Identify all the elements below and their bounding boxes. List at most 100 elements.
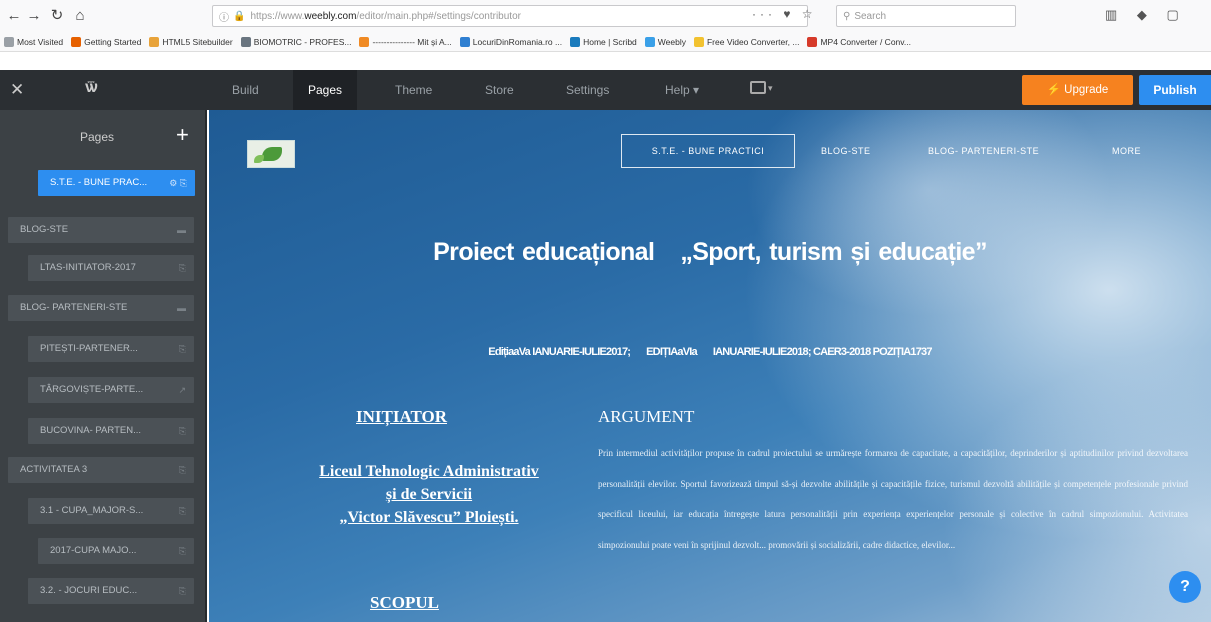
upgrade-button[interactable]: ⚡ Upgrade [1022,75,1133,105]
bookmark-item[interactable]: Weebly [644,36,686,47]
initiator-line-1: Liceul Tehnologic Administrativ [319,463,539,480]
sidebar-page-item[interactable]: ACTIVITATEA 3 ⎘ [8,457,194,483]
sidebar-page-item[interactable]: LTAS-INITIATOR-2017 ⎘ [28,255,194,281]
sidebar-page-item[interactable]: BUCOVINA- PARTEN... ⎘ [28,418,194,444]
url-path: /editor/main.php#/settings/contributor [356,10,521,22]
bookmark-favicon-icon [359,36,370,47]
help-bubble-icon[interactable]: ? [1169,571,1201,603]
sidebar-page-item[interactable]: PITEȘTI-PARTENER... ⎘ [28,336,194,362]
tab-settings[interactable]: Settings [551,70,624,110]
browser-tools[interactable]: ▥ ◆ ▢ [1105,7,1187,23]
page-options-icon[interactable]: ▬ [177,217,186,243]
bookmark-label: --------------- Mit și A... [372,36,452,47]
tab-pages[interactable]: Pages [293,70,358,110]
page-options-icon[interactable]: ↗ [178,377,186,403]
bookmark-item[interactable]: LocuriDinRomania.ro ... [459,36,562,47]
page-options-icon[interactable]: ⎘ [179,255,186,281]
device-preview-icon[interactable] [750,81,766,94]
tab-help[interactable]: Help ▾ [650,70,714,110]
forward-icon[interactable]: → [24,6,44,26]
site-nav-item-blog[interactable]: BLOG-STE [821,146,871,156]
sidebar-page-item[interactable]: 3.2. - JOCURI EDUC... ⎘ [28,578,194,604]
bookmarks-bar: Most Visited Getting Started HTML5 Sitebui… [0,32,1211,52]
bookmark-favicon-icon [459,36,470,47]
edition-part-b: EDIȚIAaVIa [646,346,697,358]
site-nav-item-blog-parteneri[interactable]: BLOG- PARTENERI-STE [928,146,1039,156]
sidebar-page-item[interactable]: S.T.E. - BUNE PRAC... ⚙ ⎘ [38,170,195,196]
bookmark-item[interactable]: MP4 Converter / Conv... [807,36,911,47]
page-options-icon[interactable]: ⎘ [179,498,186,524]
page-item-label: ACTIVITATEA 3 [20,464,88,475]
sidebar-page-item[interactable]: 3.1 - CUPA_MAJOR-S... ⎘ [28,498,194,524]
page-item-label: 3.1 - CUPA_MAJOR-S... [40,505,144,516]
leaf-icon [262,147,282,161]
bookmark-favicon-icon [644,36,655,47]
bookmark-label: MP4 Converter / Conv... [820,36,911,47]
edition-part-c: IANUARIE-IULIE2018; CAER3-2018 POZIȚIA17… [712,346,933,358]
bookmark-favicon-icon [71,36,82,47]
sidebar-page-item[interactable]: BLOG- PARTENERI-STE ▬ [8,295,194,321]
bookmark-label: BIOMOTRIC - PROFES... [253,36,352,47]
bookmark-item[interactable]: Home | Scribd [570,36,637,47]
bookmark-item[interactable]: BIOMOTRIC - PROFES... [240,36,352,47]
device-caret-icon[interactable]: ▾ [768,83,773,94]
tab-store[interactable]: Store [470,70,529,110]
bookmark-item[interactable]: --------------- Mit și A... [359,36,452,47]
initiator-text[interactable]: Liceul Tehnologic Administrativ și de Se… [239,460,619,529]
scope-heading[interactable]: SCOPUL [370,593,439,613]
bookmark-item[interactable]: Free Video Converter, ... [693,36,799,47]
page-item-label: 2017-CUPA MAJO... [50,545,137,556]
argument-text[interactable]: Prin intermediul activităților propuse î… [598,438,1188,560]
site-nav-item-more[interactable]: MORE [1112,146,1141,156]
bookmark-item[interactable]: Most Visited [4,36,63,47]
add-page-button[interactable]: + [176,122,189,148]
bookmark-label: Weebly [657,36,686,47]
page-item-label: 3.2. - JOCURI EDUC... [40,585,138,596]
bookmark-item[interactable]: Getting Started [71,36,142,47]
bookmark-favicon-icon [570,36,581,47]
edition-part-a: EdițiaaVa IANUARIE-IULIE2017; [488,346,631,358]
page-actions[interactable]: ··· ♥ ☆ [752,7,817,21]
publish-button[interactable]: Publish [1139,75,1211,105]
argument-heading[interactable]: ARGUMENT [598,407,694,427]
page-item-label: BUCOVINA- PARTEN... [40,425,141,436]
hero-title-part-a: Proiect educațional [433,238,655,266]
bookmark-favicon-icon [807,36,818,47]
page-options-icon[interactable]: ▬ [177,295,186,321]
page-options-icon[interactable]: ⎘ [179,336,186,362]
browser-nav-bar: ← → ↻ ⌂ ⓘ 🔒 https://www. weebly.com/edito… [0,0,1211,32]
back-icon[interactable]: ← [4,6,24,26]
edition-line[interactable]: EdițiaaVa IANUARIE-IULIE2017; EDIȚIAaVIa I… [209,346,1211,358]
bookmark-favicon-icon [149,36,160,47]
weebly-logo-icon[interactable]: ѿ [85,79,97,97]
site-preview[interactable]: S.T.E. - BUNE PRACTICI BLOG-STE BLOG- PA… [209,110,1211,622]
page-options-icon[interactable]: ⎘ [179,457,186,483]
home-icon[interactable]: ⌂ [70,6,90,26]
site-logo[interactable] [247,140,295,168]
page-options-icon[interactable]: ⎘ [179,538,186,564]
info-icon[interactable]: ⓘ [219,9,229,24]
page-options-icon[interactable]: ⎘ [179,578,186,604]
url-bar[interactable]: ⓘ 🔒 https://www. weebly.com/editor/main.p… [212,5,808,27]
initiator-heading[interactable]: INIȚIATOR [356,407,447,427]
leaf-small-icon [254,155,264,163]
sidebar-page-item[interactable]: TÂRGOVIȘTE-PARTE... ↗ [28,377,194,403]
search-input[interactable]: ⚲ Search [836,5,1016,27]
chevron-down-icon: ▾ [693,83,700,97]
bookmark-label: Getting Started [84,36,142,47]
bookmark-item[interactable]: HTML5 Sitebuilder [149,36,233,47]
sidebar-title: Pages [80,130,115,144]
page-options-icon[interactable]: ⚙ ⎘ [169,170,187,196]
close-editor-icon[interactable]: ✕ [10,80,24,100]
site-nav-item-ste[interactable]: S.T.E. - BUNE PRACTICI [621,134,795,168]
hero-title[interactable]: Proiect educațional „Sport, turism și edu… [209,238,1211,267]
sidebar-page-item[interactable]: 2017-CUPA MAJO... ⎘ [38,538,194,564]
tab-theme[interactable]: Theme [380,70,447,110]
lock-icon: 🔒 [233,10,246,22]
page-options-icon[interactable]: ⎘ [179,418,186,444]
sidebar-page-item[interactable]: BLOG-STE ▬ [8,217,194,243]
bookmark-favicon-icon [240,36,251,47]
page-item-label: TÂRGOVIȘTE-PARTE... [40,384,144,395]
reload-icon[interactable]: ↻ [47,6,67,26]
tab-build[interactable]: Build [217,70,274,110]
